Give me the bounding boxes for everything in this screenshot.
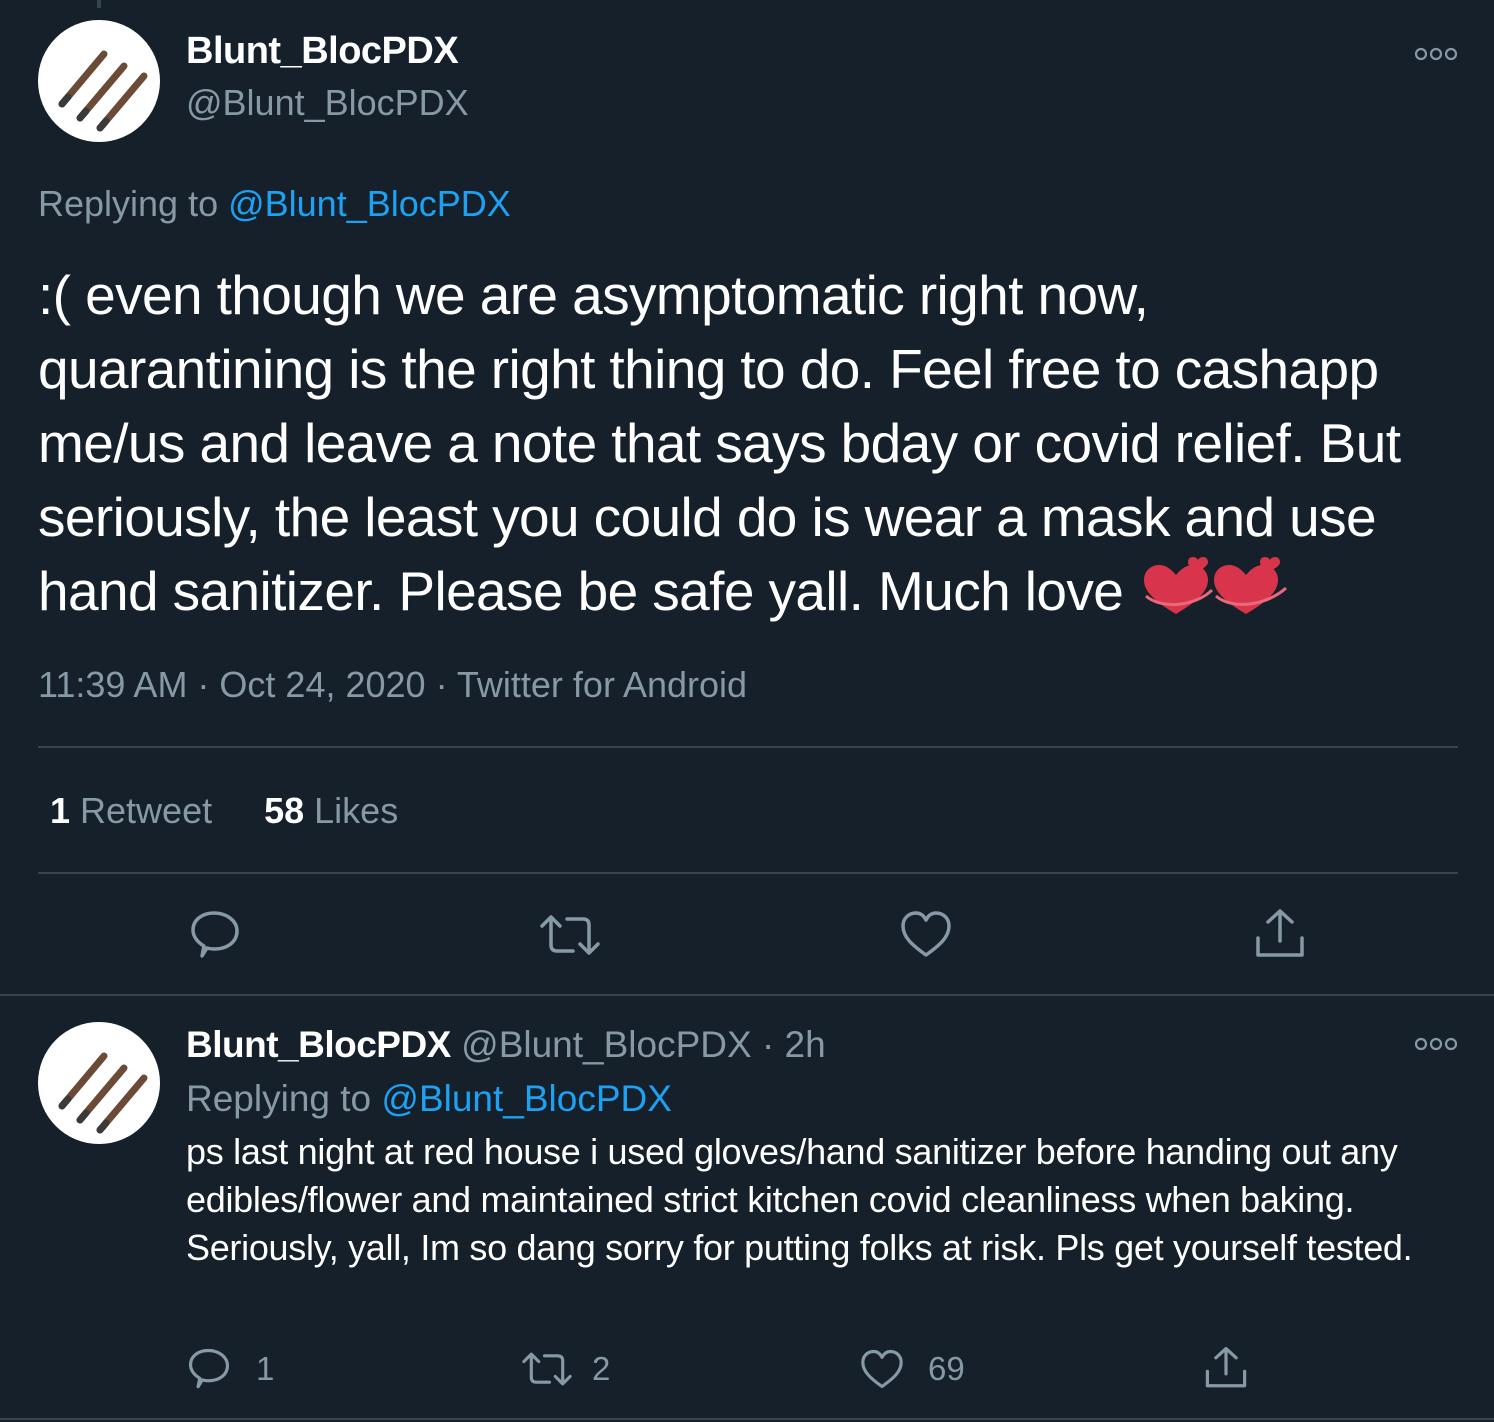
display-name[interactable]: Blunt_BlocPDX [186,30,459,73]
replying-to-link[interactable]: @Blunt_BlocPDX [228,183,511,224]
more-icon[interactable] [1414,1034,1458,1054]
user-handle[interactable]: @Blunt_BlocPDX [186,82,469,124]
two-hearts-icon [1142,556,1290,636]
like-label: Likes [304,790,399,831]
reply-avatar[interactable] [38,1022,160,1144]
reply-count: 1 [256,1350,275,1387]
like-count: 58 [264,790,305,831]
avatar-sticks-icon [58,50,148,132]
divider [38,872,1458,874]
reply-icon[interactable] [190,910,240,960]
avatar-sticks-icon [58,1052,148,1134]
retweets-stat[interactable]: 1 Retweet [50,790,212,831]
replying-to-link[interactable]: @Blunt_BlocPDX [381,1078,672,1119]
replying-prefix: Replying to [186,1078,382,1119]
retweet-icon[interactable] [522,1350,572,1388]
thread-line [97,0,101,8]
retweet-label: Retweet [70,790,213,831]
like-count: 69 [928,1350,965,1387]
likes-stat[interactable]: 58 Likes [264,790,398,831]
like-icon[interactable] [900,910,952,958]
reply-replying-to: Replying to @Blunt_BlocPDX [186,1078,672,1120]
retweet-count: 1 [50,790,71,831]
reply-header: Blunt_BlocPDX @Blunt_BlocPDX · 2h [186,1024,826,1066]
like-icon[interactable] [860,1349,904,1389]
more-icon[interactable] [1414,44,1458,64]
tweet-text: :( even though we are asymptomatic right… [38,258,1458,636]
avatar[interactable] [38,20,160,142]
tweet-meta[interactable]: 11:39 AM · Oct 24, 2020 · Twitter for An… [38,664,747,706]
reply-handle-time[interactable]: @Blunt_BlocPDX · 2h [451,1024,826,1065]
reply-icon[interactable] [188,1348,230,1390]
share-icon[interactable] [1254,908,1306,960]
reply-display-name[interactable]: Blunt_BlocPDX [186,1024,451,1065]
tweet-separator [0,1418,1494,1420]
divider [38,746,1458,748]
retweet-icon[interactable] [540,912,600,958]
retweet-count: 2 [592,1350,611,1387]
tweet-separator [0,994,1494,996]
tweet-stats: 1 Retweet 58 Likes [50,790,398,832]
replying-prefix: Replying to [38,183,229,224]
reply-text: ps last night at red house i used gloves… [186,1131,1413,1268]
share-icon[interactable] [1204,1346,1248,1390]
replying-to: Replying to @Blunt_BlocPDX [38,183,511,225]
